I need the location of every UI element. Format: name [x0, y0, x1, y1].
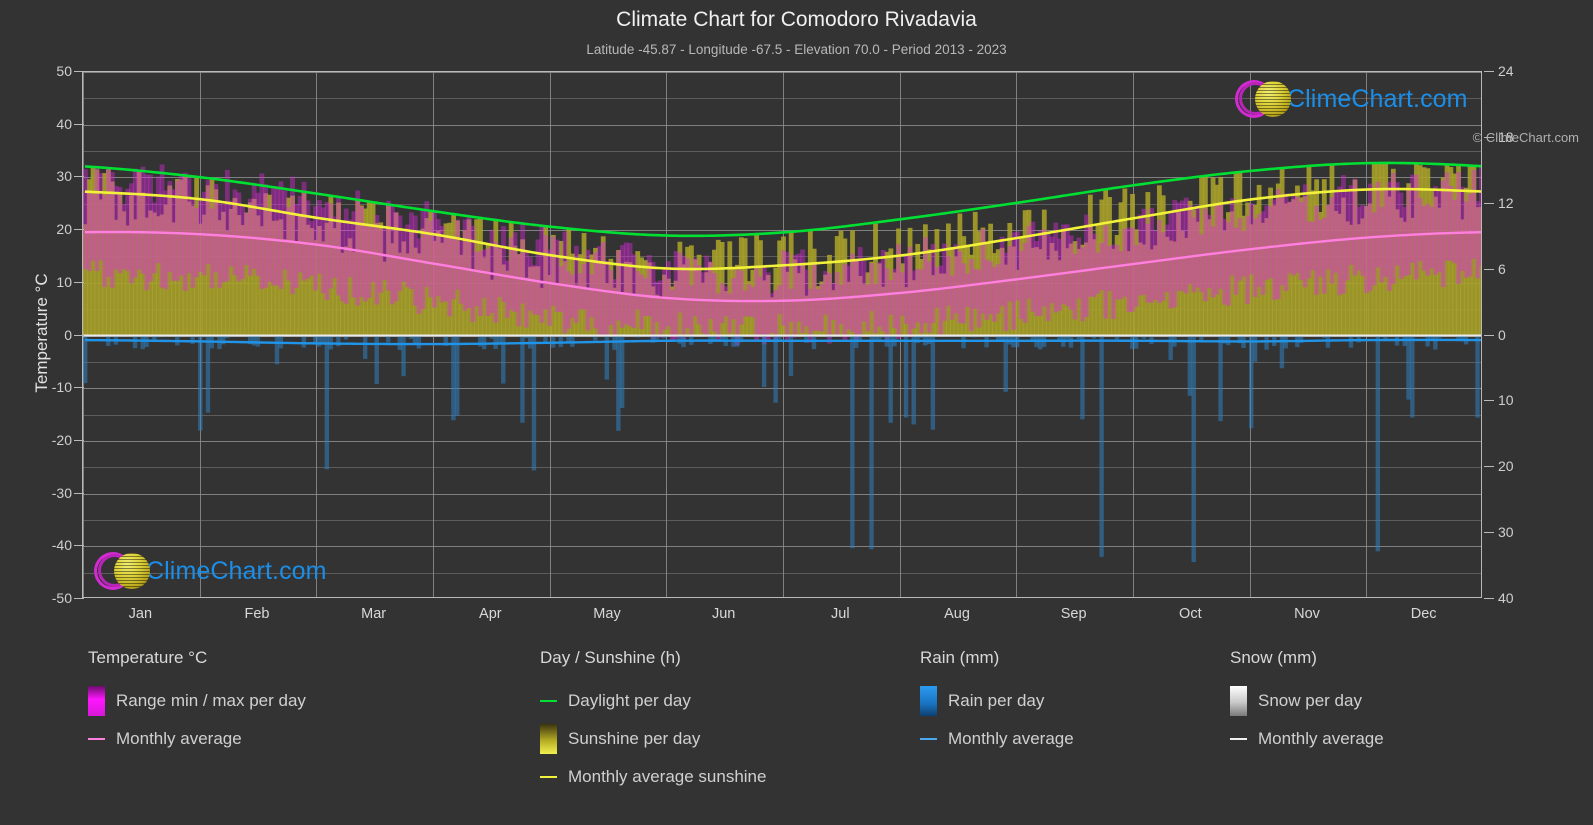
- y-axis-tick-left: 30: [56, 168, 72, 185]
- legend-item-label: Monthly average: [948, 729, 1074, 748]
- legend-column-day-sunshine-h: Day / Sunshine (h) Daylight per day Sunshi…: [540, 648, 766, 796]
- x-axis-tick-nov: Nov: [1294, 606, 1320, 622]
- y-axis-tick-right-hours: 0: [1498, 326, 1506, 343]
- x-axis-tick-dec: Dec: [1410, 606, 1437, 622]
- y-axis-tick-left: 50: [56, 63, 72, 79]
- legend-heading: Day / Sunshine (h): [540, 648, 681, 667]
- legend-heading: Snow (mm): [1230, 648, 1317, 667]
- copyright-notice: © ClimeChart.com: [1472, 130, 1579, 145]
- zero-reference-line: [83, 334, 1481, 337]
- y-axis-tick-mark-left: [74, 281, 84, 283]
- y-axis-tick-mark-left: [74, 334, 84, 336]
- legend-column-snow-mm: Snow (mm) Snow per day Monthly average: [1230, 648, 1384, 758]
- legend-item[interactable]: Monthly average sunshine: [540, 758, 766, 796]
- y-axis-tick-right-mm: 40: [1498, 590, 1514, 606]
- legend-line-icon: [540, 762, 557, 792]
- legend-line-icon: [920, 724, 937, 754]
- page-title: Climate Chart for Comodoro Rivadavia: [616, 8, 977, 31]
- y-axis-tick-right-hours: 6: [1498, 260, 1506, 277]
- legend-column-temperature-c: Temperature °C Range min / max per day Mon…: [88, 648, 306, 758]
- y-axis-tick-mark-right: [1484, 334, 1494, 336]
- legend-item[interactable]: Daylight per day: [540, 682, 766, 720]
- legend-line-icon: [88, 724, 105, 754]
- legend-item-label: Daylight per day: [568, 691, 691, 710]
- legend-item[interactable]: Snow per day: [1230, 682, 1384, 720]
- legend-item-label: Rain per day: [948, 691, 1045, 710]
- x-axis-tick-feb: Feb: [244, 606, 270, 622]
- chart-legend: Temperature °C Range min / max per day Mon…: [0, 648, 1593, 808]
- x-axis-tick-oct: Oct: [1179, 606, 1202, 622]
- legend-item[interactable]: Range min / max per day: [88, 682, 306, 720]
- y-axis-tick-mark-right: [1484, 268, 1494, 270]
- y-axis-tick-mark-right: [1484, 466, 1494, 468]
- watermark-logo-bottom: ClimeChart.com: [92, 548, 327, 594]
- y-axis-tick-left: -40: [51, 537, 72, 554]
- y-axis-tick-right-mm: 30: [1498, 524, 1514, 541]
- y-axis-tick-left: -30: [51, 484, 72, 501]
- watermark-logo-top: ClimeChart.com: [1233, 76, 1468, 122]
- x-axis-tick-mar: Mar: [361, 606, 387, 622]
- y-axis-tick-mark-left: [74, 439, 84, 441]
- y-axis-tick-mark-left: [74, 387, 84, 389]
- climate-chart-plot-area: [82, 71, 1482, 598]
- y-axis-tick-mark-right: [1484, 71, 1494, 72]
- y-axis-tick-mark-left: [74, 71, 84, 72]
- legend-line-icon: [1230, 724, 1247, 754]
- legend-item[interactable]: Monthly average: [88, 720, 306, 758]
- y-axis-tick-right-mm: 20: [1498, 458, 1514, 475]
- legend-item-label: Sunshine per day: [568, 729, 701, 748]
- x-axis-tick-may: May: [593, 606, 621, 622]
- x-axis-tick-apr: Apr: [479, 606, 502, 622]
- y-axis-tick-mark-left: [74, 545, 84, 547]
- y-axis-tick-mark-right: [1484, 400, 1494, 402]
- monthly-average-rain-line: [84, 338, 1481, 346]
- legend-column-rain-mm: Rain (mm) Rain per day Monthly average: [920, 648, 1074, 758]
- legend-swatch-icon: [540, 724, 557, 754]
- y-axis-tick-left: -50: [51, 590, 72, 606]
- legend-swatch-icon: [920, 686, 937, 716]
- legend-item-label: Range min / max per day: [116, 691, 306, 710]
- y-axis-tick-mark-left: [74, 176, 84, 178]
- legend-item-label: Snow per day: [1258, 691, 1362, 710]
- watermark-text: ClimeChart.com: [146, 556, 327, 585]
- rain-per-day-bars: [83, 335, 1480, 563]
- y-axis-tick-right-hours: 24: [1498, 63, 1514, 79]
- y-axis-tick-mark-left: [74, 598, 84, 599]
- y-axis-tick-left: -20: [51, 431, 72, 448]
- y-axis-tick-mark-right: [1484, 532, 1494, 534]
- x-axis-tick-jul: Jul: [831, 606, 850, 622]
- y-axis-tick-mark-left: [74, 492, 84, 494]
- y-axis-tick-mark-left: [74, 229, 84, 231]
- legend-item[interactable]: Monthly average: [1230, 720, 1384, 758]
- legend-heading: Rain (mm): [920, 648, 1000, 667]
- y-axis-tick-mark-left: [74, 123, 84, 125]
- chart-data-layer: [83, 161, 1481, 563]
- x-axis-tick-aug: Aug: [944, 606, 970, 622]
- legend-swatch-icon: [88, 686, 105, 716]
- legend-item[interactable]: Monthly average: [920, 720, 1074, 758]
- x-axis-tick-jan: Jan: [128, 606, 153, 622]
- legend-line-icon: [540, 686, 557, 716]
- y-axis-tick-left: 40: [56, 115, 72, 132]
- page-subtitle: Latitude -45.87 - Longitude -67.5 - Elev…: [586, 42, 1007, 57]
- y-axis-label-left: Temperature °C: [32, 272, 51, 393]
- y-axis-tick-right-hours: 12: [1498, 194, 1514, 211]
- legend-heading: Temperature °C: [88, 648, 208, 667]
- legend-swatch-icon: [1230, 686, 1247, 716]
- x-axis-tick-jun: Jun: [711, 606, 736, 622]
- legend-item-label: Monthly average: [116, 729, 242, 748]
- y-axis-tick-mark-right: [1484, 202, 1494, 204]
- watermark-text: ClimeChart.com: [1287, 84, 1468, 113]
- legend-item-label: Monthly average: [1258, 729, 1384, 748]
- y-axis-tick-left: 20: [56, 221, 72, 238]
- legend-item[interactable]: Sunshine per day: [540, 720, 766, 758]
- legend-item-label: Monthly average sunshine: [568, 767, 767, 786]
- y-axis-tick-right-mm: 10: [1498, 392, 1514, 409]
- x-axis-tick-sep: Sep: [1060, 606, 1087, 622]
- y-axis-tick-mark-right: [1484, 598, 1494, 599]
- legend-item[interactable]: Rain per day: [920, 682, 1074, 720]
